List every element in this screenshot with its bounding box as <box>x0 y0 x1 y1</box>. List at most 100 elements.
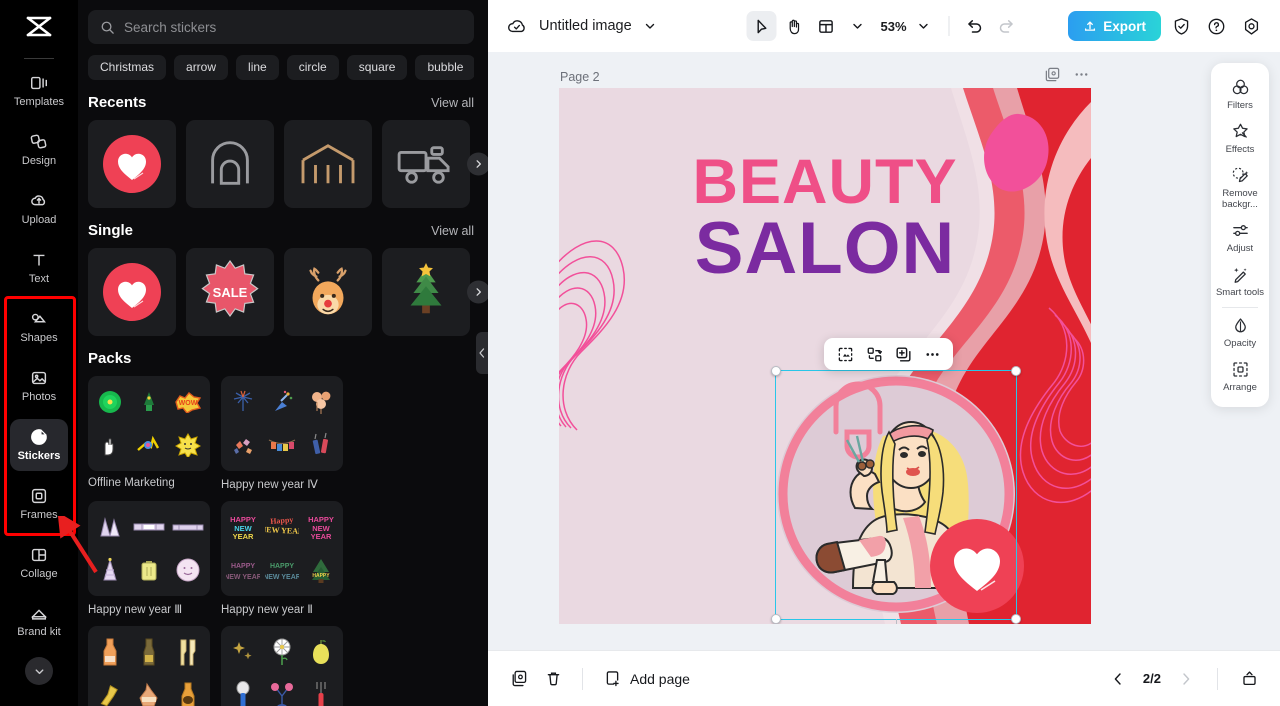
sidebar-item-brand-kit[interactable]: Brand kit <box>10 596 68 648</box>
section-title: Recents <box>88 94 147 111</box>
tag-chip-christmas[interactable]: Christmas <box>88 55 167 80</box>
redo-icon <box>998 17 1016 35</box>
pack-name: Offline Marketing <box>88 477 175 489</box>
layout-caret-button[interactable] <box>842 11 872 41</box>
filters-icon <box>1231 78 1250 97</box>
sticker-tile-arch[interactable] <box>186 120 274 208</box>
recents-next-button[interactable] <box>467 152 488 176</box>
sidebar-item-upload[interactable]: Upload <box>10 183 68 235</box>
sticker-tile-heart[interactable] <box>88 120 176 208</box>
shield-button[interactable] <box>1166 11 1196 41</box>
duplicate-button[interactable] <box>890 341 916 367</box>
sidebar-item-design[interactable]: Design <box>10 124 68 176</box>
settings-button[interactable] <box>1236 11 1266 41</box>
right-panel-label: Adjust <box>1226 243 1254 254</box>
sticker-tile-truck[interactable] <box>382 120 470 208</box>
opacity-button[interactable]: Opacity <box>1213 310 1267 354</box>
effects-button[interactable]: Effects <box>1213 116 1267 160</box>
right-panel-label: Effects <box>1225 144 1255 155</box>
pack-item[interactable]: Happy new year Ⅲ <box>88 501 210 616</box>
stickers-icon <box>29 427 49 447</box>
pack-item[interactable]: Happy new year Ⅳ <box>221 376 343 491</box>
trash-icon <box>544 669 563 688</box>
redo-button[interactable] <box>992 11 1022 41</box>
panel-collapse-handle[interactable] <box>476 332 488 374</box>
sidebar-item-collage[interactable]: Collage <box>10 537 68 589</box>
filters-button[interactable]: Filters <box>1213 72 1267 116</box>
collapse-pages-button[interactable] <box>1234 664 1264 694</box>
arrange-button[interactable]: Arrange <box>1213 354 1267 398</box>
sticker-tile-barn[interactable] <box>284 120 372 208</box>
smart-tools-button[interactable]: Smart tools <box>1213 259 1267 303</box>
selection-handle-tr[interactable] <box>1011 366 1021 376</box>
sticker-tile-christmas-tree[interactable] <box>382 248 470 336</box>
prev-page-button[interactable] <box>1103 664 1133 694</box>
pack-thumbnail <box>221 376 343 471</box>
pack-item[interactable]: Food and Drink <box>221 626 343 706</box>
export-button[interactable]: Export <box>1068 11 1161 41</box>
tag-chip-arrow[interactable]: arrow <box>174 55 229 80</box>
gear-icon <box>1242 17 1261 36</box>
cursor-arrow-icon <box>753 18 770 35</box>
chevron-down-icon <box>33 665 46 678</box>
pack-item[interactable]: WOW Offline Marketing <box>88 376 210 491</box>
pack-thumbnail <box>88 626 210 706</box>
next-page-button[interactable] <box>1171 664 1201 694</box>
search-input[interactable] <box>124 19 462 35</box>
selection-handle-br[interactable] <box>1011 614 1021 624</box>
duplicate-page-button[interactable] <box>504 664 534 694</box>
shield-check-icon <box>1172 17 1191 36</box>
sidebar-item-stickers[interactable]: Stickers <box>10 419 68 471</box>
sidebar-item-shapes[interactable]: Shapes <box>10 301 68 353</box>
duplicate-page-icon[interactable] <box>1044 66 1061 83</box>
sticker-tile-heart[interactable] <box>88 248 176 336</box>
selection-handle-bl[interactable] <box>771 614 781 624</box>
artboard[interactable]: BEAUTY SALON <box>559 88 1091 624</box>
tag-chip-square[interactable]: square <box>346 55 408 80</box>
sidebar-expand-button[interactable] <box>25 657 53 685</box>
replace-button[interactable] <box>861 341 887 367</box>
cutout-button[interactable] <box>832 341 858 367</box>
sticker-tile-sale[interactable]: SALE <box>186 248 274 336</box>
selection-box[interactable] <box>771 366 1021 624</box>
right-panel-label: Opacity <box>1223 338 1257 349</box>
pack-item[interactable]: HAPPY NEW YEAR Happy NEW YEAR HAPPY NEW YEAR … <box>221 501 343 616</box>
select-tool-button[interactable] <box>746 11 777 41</box>
view-all-single[interactable]: View all <box>431 224 474 238</box>
sidebar-item-templates[interactable]: Templates <box>10 65 68 117</box>
zoom-level[interactable]: 53% <box>880 19 906 34</box>
cloud-saved-icon[interactable] <box>506 16 528 36</box>
canvas-area[interactable]: Page 2 BEAUTY SALON Filters Effects Remo… <box>488 52 1280 650</box>
sticker-tile-reindeer[interactable] <box>284 248 372 336</box>
help-button[interactable] <box>1201 11 1231 41</box>
chevron-left-icon <box>478 347 486 359</box>
sidebar-item-photos[interactable]: Photos <box>10 360 68 412</box>
hand-tool-button[interactable] <box>778 11 808 41</box>
undo-button[interactable] <box>960 11 990 41</box>
pack-item[interactable]: Happy new year Ⅰ <box>88 626 210 706</box>
search-sticker-box[interactable] <box>88 10 474 44</box>
add-page-button[interactable]: Add page <box>597 665 696 692</box>
more-horizontal-icon[interactable] <box>1073 66 1090 83</box>
remove-background-button[interactable]: Remove backgr... <box>1213 160 1267 215</box>
app-root: Templates Design Upload Text Shapes Phot… <box>0 0 1280 706</box>
view-all-recents[interactable]: View all <box>431 96 474 110</box>
document-title-caret-icon[interactable] <box>643 19 657 33</box>
capcut-logo-icon[interactable] <box>17 8 61 48</box>
layout-tool-button[interactable] <box>810 11 840 41</box>
sidebar-item-text[interactable]: Text <box>10 242 68 294</box>
tag-chip-line[interactable]: line <box>236 55 279 80</box>
single-next-button[interactable] <box>467 280 488 304</box>
svg-text:HAPPY: HAPPY <box>270 563 294 570</box>
smart-tools-icon <box>1231 265 1250 284</box>
top-toolbar: Untitled image 53% Export <box>488 0 1280 52</box>
delete-page-button[interactable] <box>538 664 568 694</box>
more-button[interactable] <box>919 341 945 367</box>
zoom-caret-button[interactable] <box>909 11 939 41</box>
adjust-button[interactable]: Adjust <box>1213 215 1267 259</box>
document-title[interactable]: Untitled image <box>539 18 632 34</box>
selection-handle-tl[interactable] <box>771 366 781 376</box>
sidebar-item-frames[interactable]: Frames <box>10 478 68 530</box>
tag-chip-bubble[interactable]: bubble <box>415 55 474 80</box>
tag-chip-circle[interactable]: circle <box>286 55 339 80</box>
